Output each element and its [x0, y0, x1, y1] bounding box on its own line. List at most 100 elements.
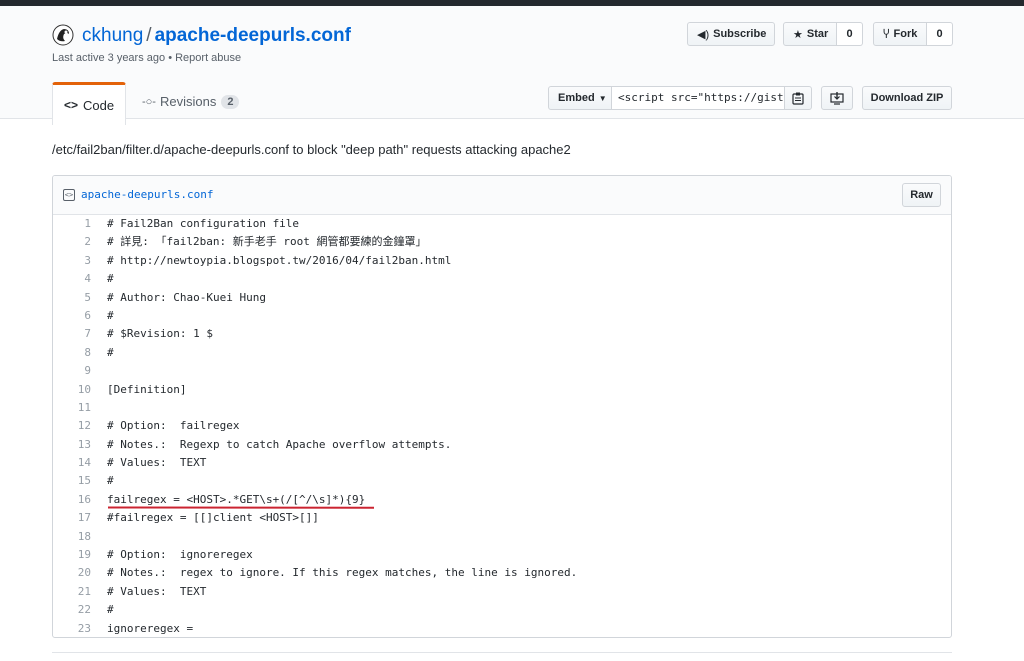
line-number[interactable]: 23: [53, 620, 107, 637]
open-desktop-button[interactable]: [821, 86, 853, 110]
line-number[interactable]: 21: [53, 583, 107, 601]
line-code: # http://newtoypia.blogspot.tw/2016/04/f…: [107, 253, 452, 267]
file-code-icon: <>: [63, 188, 75, 201]
line-code: # Option: failregex: [107, 419, 240, 433]
tab-revisions[interactable]: -○- Revisions 2: [142, 94, 240, 109]
code-line: 22 #: [53, 601, 951, 619]
commit-icon: -○-: [142, 95, 156, 108]
line-number[interactable]: 13: [53, 436, 107, 454]
embed-dropdown[interactable]: Embed ▼: [548, 86, 612, 110]
line-code: # Option: ignoreregex: [107, 548, 253, 562]
code-line: 6 #: [53, 307, 951, 325]
report-abuse-link[interactable]: Report abuse: [175, 52, 241, 64]
line-number[interactable]: 2: [53, 233, 107, 251]
file-name[interactable]: <> apache-deepurls.conf: [63, 188, 213, 201]
owner-link[interactable]: ckhung: [82, 25, 143, 46]
line-number[interactable]: 6: [53, 307, 107, 325]
code-line: 13 # Notes.: Regexp to catch Apache overf…: [53, 436, 951, 454]
tab-code[interactable]: <> Code: [52, 82, 126, 125]
code-line: 19 # Option: ignoreregex: [53, 546, 951, 564]
tab-revisions-label: Revisions: [159, 94, 217, 109]
gist-header: ckhung / apache-deepurls.conf Last active …: [0, 6, 1024, 125]
line-code: #: [107, 308, 114, 322]
download-zip-button[interactable]: Download ZIP: [862, 86, 952, 110]
star-button[interactable]: ★ Star: [783, 22, 837, 46]
code-line: 10 [Definition]: [53, 381, 951, 399]
copy-embed-button[interactable]: [784, 86, 812, 110]
code-line: 20 # Notes.: regex to ignore. If this reg…: [53, 564, 951, 582]
line-number[interactable]: 19: [53, 546, 107, 564]
line-code: # Notes.: regex to ignore. If this regex…: [107, 566, 578, 580]
clipboard-icon: [792, 92, 804, 105]
line-code: # $Revision: 1 $: [107, 327, 213, 341]
code-line: 9: [53, 362, 951, 380]
line-code: ignoreregex =: [107, 621, 194, 635]
line-code: #failregex = [[]client <HOST>[]]: [107, 511, 319, 525]
embed-url-input[interactable]: <script src="https://gist: [612, 86, 784, 110]
code-line: 1 # Fail2Ban configuration file: [53, 215, 951, 233]
line-number[interactable]: 10: [53, 381, 107, 399]
caret-down-icon: ▼: [598, 93, 607, 103]
line-code: # Fail2Ban configuration file: [107, 217, 300, 230]
code-line: 14 # Values: TEXT: [53, 454, 951, 472]
owner-avatar[interactable]: [52, 24, 74, 46]
line-number[interactable]: 1: [53, 215, 107, 233]
code-line: 18: [53, 528, 951, 546]
revisions-count-badge: 2: [221, 94, 240, 109]
line-number[interactable]: 5: [53, 289, 107, 307]
raw-button[interactable]: Raw: [902, 183, 941, 207]
line-number[interactable]: 20: [53, 564, 107, 582]
line-number[interactable]: 9: [53, 362, 107, 380]
code-line: 15 #: [53, 472, 951, 490]
subscribe-button[interactable]: ◀) Subscribe: [687, 22, 775, 46]
line-number[interactable]: 22: [53, 601, 107, 619]
line-number[interactable]: 3: [53, 252, 107, 270]
title-separator: /: [146, 25, 152, 46]
line-code: #: [107, 272, 114, 286]
gist-meta: Last active 3 years ago • Report abuse: [52, 52, 241, 64]
code-view: 1 # Fail2Ban configuration file 2 # 詳見: 「fa…: [53, 215, 951, 637]
embed-label: Embed: [558, 92, 595, 104]
code-line: 3 # http://newtoypia.blogspot.tw/2016/04/…: [53, 252, 951, 270]
line-number[interactable]: 8: [53, 344, 107, 362]
line-number[interactable]: 12: [53, 417, 107, 435]
code-line: 2 # 詳見: 「fail2ban: 新手老手 root 網管都要練的金鐘罩」: [53, 233, 951, 251]
line-number[interactable]: 11: [53, 399, 107, 417]
line-number[interactable]: 16: [53, 491, 107, 509]
line-code: # 詳見: 「fail2ban: 新手老手 root 網管都要練的金鐘罩」: [107, 235, 427, 249]
fork-label: Fork: [893, 28, 918, 40]
code-line: 5 # Author: Chao-Kuei Hung: [53, 289, 951, 307]
gist-description: /etc/fail2ban/filter.d/apache-deepurls.c…: [52, 142, 571, 157]
line-number[interactable]: 15: [53, 472, 107, 490]
line-code: #: [107, 603, 114, 617]
code-line: 11: [53, 399, 951, 417]
subscribe-label: Subscribe: [713, 28, 767, 40]
line-number[interactable]: 18: [53, 528, 107, 546]
line-code: #: [107, 474, 114, 488]
file-container: <> apache-deepurls.conf Raw 1 # Fail2Ban c…: [52, 175, 952, 638]
star-icon: ★: [793, 28, 803, 41]
line-number[interactable]: 14: [53, 454, 107, 472]
line-number[interactable]: 4: [53, 270, 107, 288]
code-line: 7 # $Revision: 1 $: [53, 325, 951, 343]
star-count[interactable]: 0: [837, 22, 863, 46]
fork-count[interactable]: 0: [927, 22, 953, 46]
divider: [52, 652, 952, 653]
gist-name-link[interactable]: apache-deepurls.conf: [155, 25, 351, 46]
line-code: # Values: TEXT: [107, 456, 207, 470]
line-code: # Author: Chao-Kuei Hung: [107, 290, 266, 304]
gist-title: ckhung / apache-deepurls.conf: [82, 24, 351, 48]
tab-code-label: Code: [82, 97, 115, 113]
line-code: # Values: TEXT: [107, 584, 207, 598]
fork-button[interactable]: Ⴤ Fork: [873, 22, 927, 46]
annotation-underline: [108, 506, 374, 509]
code-line: 8 #: [53, 344, 951, 362]
line-number[interactable]: 17: [53, 509, 107, 527]
line-number[interactable]: 7: [53, 325, 107, 343]
last-active-text: Last active 3 years ago: [52, 52, 166, 64]
line-code: #: [107, 345, 114, 359]
line-code: # Notes.: Regexp to catch Apache overflo…: [107, 437, 452, 451]
desktop-download-icon: [830, 91, 844, 105]
file-name-label: apache-deepurls.conf: [81, 188, 214, 201]
code-line: 17 #failregex = [[]client <HOST>[]]: [53, 509, 951, 527]
